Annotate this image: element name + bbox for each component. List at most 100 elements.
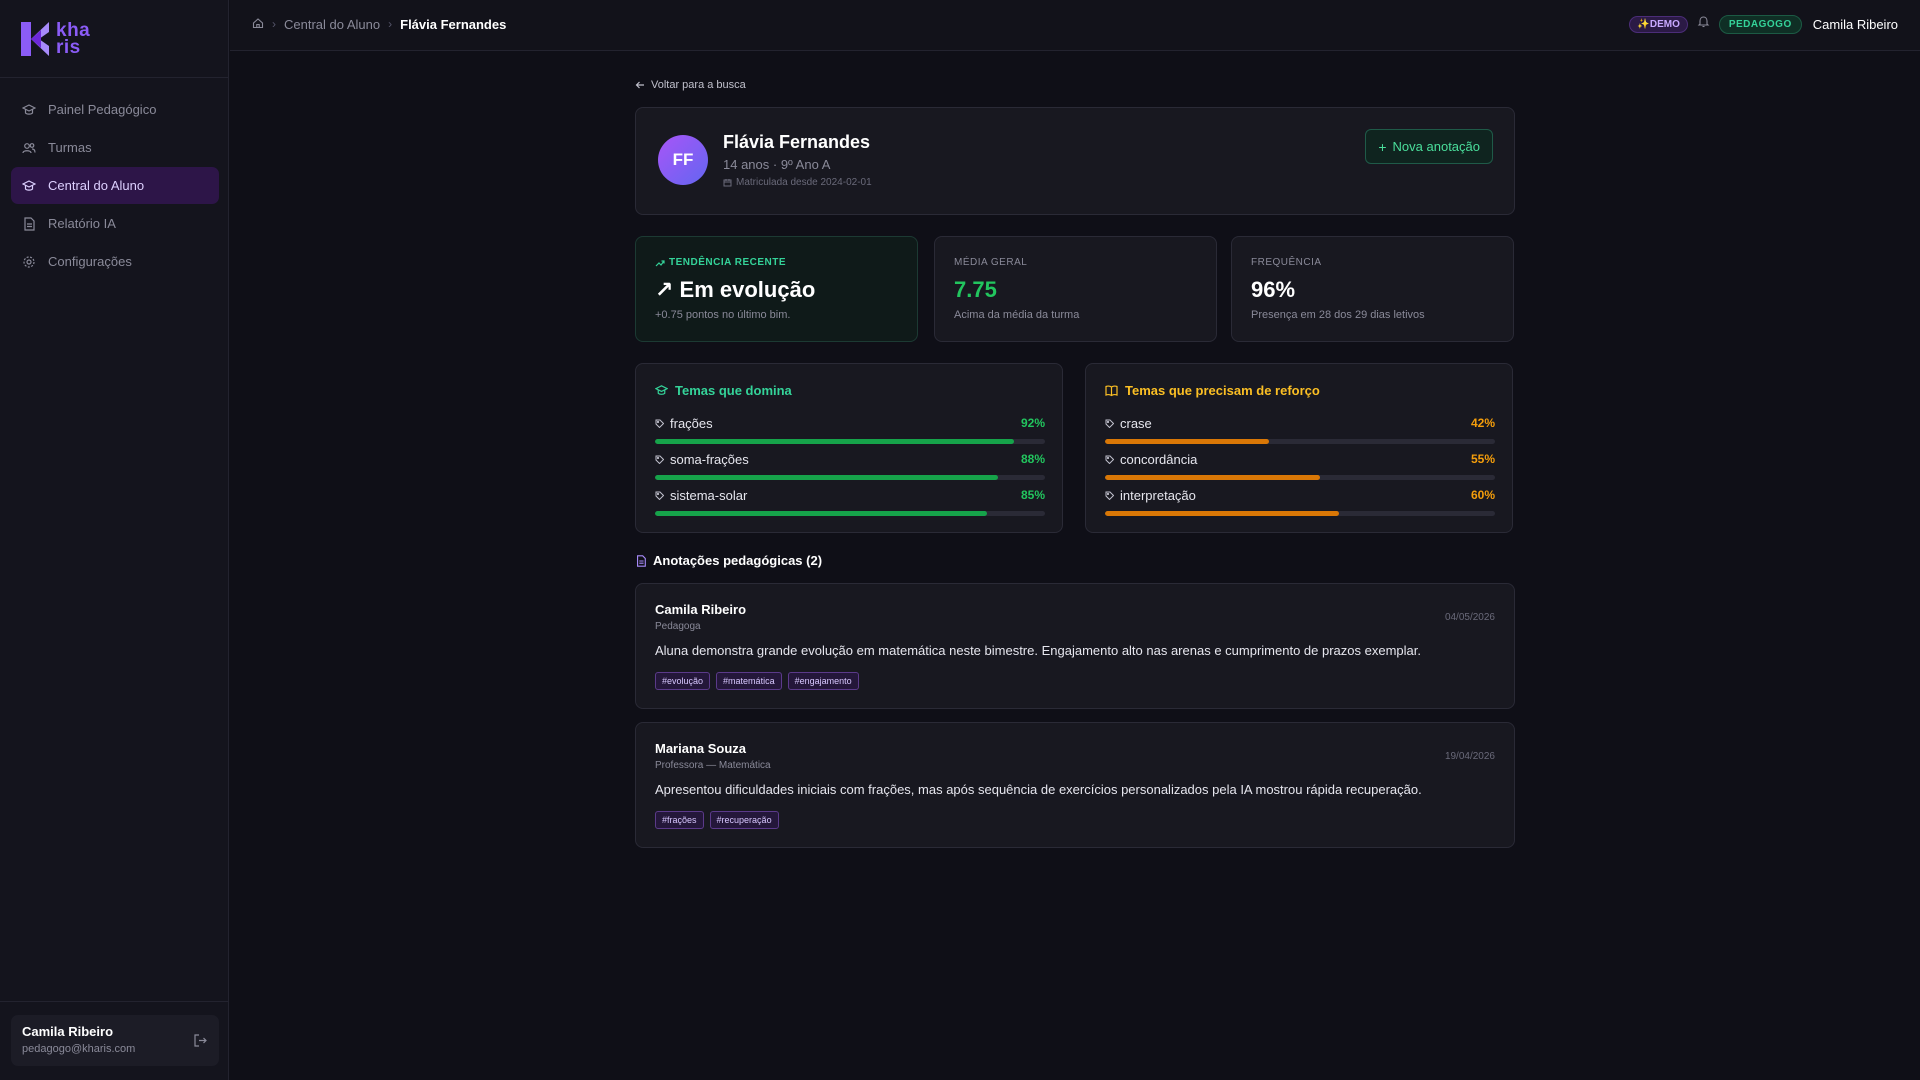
tag-icon — [1105, 419, 1114, 428]
back-to-search-link[interactable]: Voltar para a busca — [635, 79, 746, 91]
progress-bar — [1105, 439, 1495, 444]
breadcrumb: › Central do Aluno › Flávia Fernandes — [252, 0, 506, 48]
frequency-value: 96% — [1251, 277, 1296, 302]
sidebar-item-label: Painel Pedagógico — [48, 102, 157, 117]
progress-bar — [1105, 511, 1495, 516]
topic-percent: 92% — [1020, 416, 1045, 430]
tag-icon — [1105, 455, 1114, 464]
student-profile-card: FF Flávia Fernandes 14 anos · 9º Ano A M… — [635, 107, 1515, 215]
topic-percent: 42% — [1470, 416, 1495, 430]
sidebar-item-label: Relatório IA — [48, 216, 116, 231]
note-date: 19/04/2026 — [1444, 751, 1495, 762]
sidebar-item-painel-pedagogico[interactable]: Painel Pedagógico — [11, 91, 219, 128]
avatar: FF — [658, 135, 708, 185]
sidebar-item-configuracoes[interactable]: Configurações — [11, 243, 219, 280]
progress-fill — [655, 511, 987, 516]
document-icon — [22, 216, 36, 231]
topic-name: frações — [670, 415, 713, 431]
header-right: ✨DEMO PEDAGOGO Camila Ribeiro — [1629, 0, 1898, 48]
bell-icon[interactable] — [1697, 15, 1710, 33]
note-card: Mariana Souza Professora — Matemática 19… — [635, 722, 1515, 848]
progress-fill — [655, 439, 1014, 444]
arrow-left-icon — [635, 81, 644, 89]
role-badge: PEDAGOGO — [1718, 14, 1802, 34]
note-tag[interactable]: #evolução — [655, 672, 711, 690]
progress-bar — [655, 439, 1045, 444]
student-name: Flávia Fernandes — [723, 132, 871, 152]
tag-icon — [655, 491, 664, 500]
graduation-cap-icon — [22, 103, 36, 117]
progress-bar — [655, 475, 1045, 480]
notes-section-title: Anotações pedagógicas (2) — [635, 553, 822, 568]
note-tag[interactable]: #recuperação — [709, 811, 779, 829]
frequency-stat-card: FREQUÊNCIA 96% Presença em 28 dos 29 dia… — [1231, 236, 1514, 342]
sidebar-divider — [0, 77, 229, 78]
plus-icon: + — [1378, 138, 1387, 155]
document-icon — [637, 554, 646, 567]
sidebar-item-label: Central do Aluno — [48, 178, 145, 193]
gear-icon — [22, 255, 36, 269]
frequency-sub: Presença em 28 dos 29 dias letivos — [1251, 309, 1425, 321]
topic-percent: 85% — [1020, 488, 1045, 502]
demo-badge: ✨DEMO — [1629, 15, 1688, 33]
note-date: 04/05/2026 — [1444, 612, 1495, 623]
note-tags: #frações #recuperação — [655, 811, 785, 829]
note-tag[interactable]: #frações — [655, 811, 704, 829]
breadcrumb-item-current: Flávia Fernandes — [400, 16, 507, 32]
topic-name: crase — [1120, 415, 1152, 431]
frequency-label: FREQUÊNCIA — [1251, 257, 1322, 268]
header-user-name[interactable]: Camila Ribeiro — [1813, 17, 1898, 32]
progress-fill — [1105, 439, 1269, 444]
user-email: pedagogo@kharis.com — [22, 1043, 136, 1055]
progress-bar — [655, 511, 1045, 516]
logo-wordmark: kha ris — [56, 20, 91, 58]
sidebar-item-label: Turmas — [48, 140, 92, 155]
tag-icon — [655, 419, 664, 428]
topic-name: interpretação — [1120, 487, 1196, 503]
new-note-button[interactable]: + Nova anotação — [1365, 129, 1493, 164]
note-text: Apresentou dificuldades iniciais com fra… — [655, 782, 1422, 797]
top-header: › Central do Aluno › Flávia Fernandes ✨D… — [230, 0, 1920, 51]
sidebar-item-label: Configurações — [48, 254, 132, 269]
sidebar-nav: Painel Pedagógico Turmas Central do Alun… — [11, 91, 219, 281]
note-author: Mariana Souza — [655, 741, 747, 756]
topic-name: concordância — [1120, 451, 1198, 467]
calendar-icon — [723, 179, 732, 187]
note-author-role: Pedagoga — [655, 621, 701, 632]
note-text: Aluna demonstra grande evolução em matem… — [655, 643, 1421, 658]
reinforce-topics-card: Temas que precisam de reforço crase 42% … — [1085, 363, 1513, 533]
users-icon — [22, 141, 36, 155]
trend-value: ↗ Em evolução — [655, 277, 816, 302]
note-tag[interactable]: #engajamento — [787, 672, 859, 690]
home-icon[interactable] — [252, 17, 264, 32]
trend-label: TENDÊNCIA RECENTE — [655, 257, 786, 268]
logout-icon[interactable] — [193, 1033, 208, 1048]
sidebar: kha ris Painel Pedagógico Turmas Central… — [0, 0, 229, 1080]
enrollment-date: Matriculada desde 2024-02-01 — [723, 177, 872, 188]
sidebar-item-turmas[interactable]: Turmas — [11, 129, 219, 166]
sparkle-icon: ✨ — [1637, 18, 1650, 30]
topic-percent: 60% — [1470, 488, 1495, 502]
topic-name: soma-frações — [670, 451, 749, 467]
average-label: MÉDIA GERAL — [954, 257, 1028, 268]
trend-stat-card: TENDÊNCIA RECENTE ↗ Em evolução +0.75 po… — [635, 236, 918, 342]
note-card: Camila Ribeiro Pedagoga 04/05/2026 Aluna… — [635, 583, 1515, 709]
topic-item: interpretação 60% — [1105, 487, 1495, 517]
mastered-topics-title: Temas que domina — [655, 383, 792, 398]
kharis-logo[interactable]: kha ris — [19, 19, 99, 59]
progress-fill — [1105, 511, 1339, 516]
topic-item: concordância 55% — [1105, 451, 1495, 481]
user-card: Camila Ribeiro pedagogo@kharis.com — [11, 1015, 219, 1066]
progress-fill — [655, 475, 999, 480]
sidebar-item-central-do-aluno[interactable]: Central do Aluno — [11, 167, 219, 204]
sidebar-item-relatorio-ia[interactable]: Relatório IA — [11, 205, 219, 242]
reinforce-topics-title: Temas que precisam de reforço — [1105, 383, 1320, 398]
breadcrumb-separator: › — [388, 17, 393, 31]
breadcrumb-item-central-do-aluno[interactable]: Central do Aluno — [284, 17, 380, 32]
kharis-logo-icon — [21, 22, 49, 56]
topic-name: sistema-solar — [670, 487, 748, 503]
book-open-icon — [1105, 385, 1118, 397]
note-tag[interactable]: #matemática — [716, 672, 782, 690]
sidebar-divider — [0, 1001, 229, 1002]
average-sub: Acima da média da turma — [954, 309, 1080, 321]
